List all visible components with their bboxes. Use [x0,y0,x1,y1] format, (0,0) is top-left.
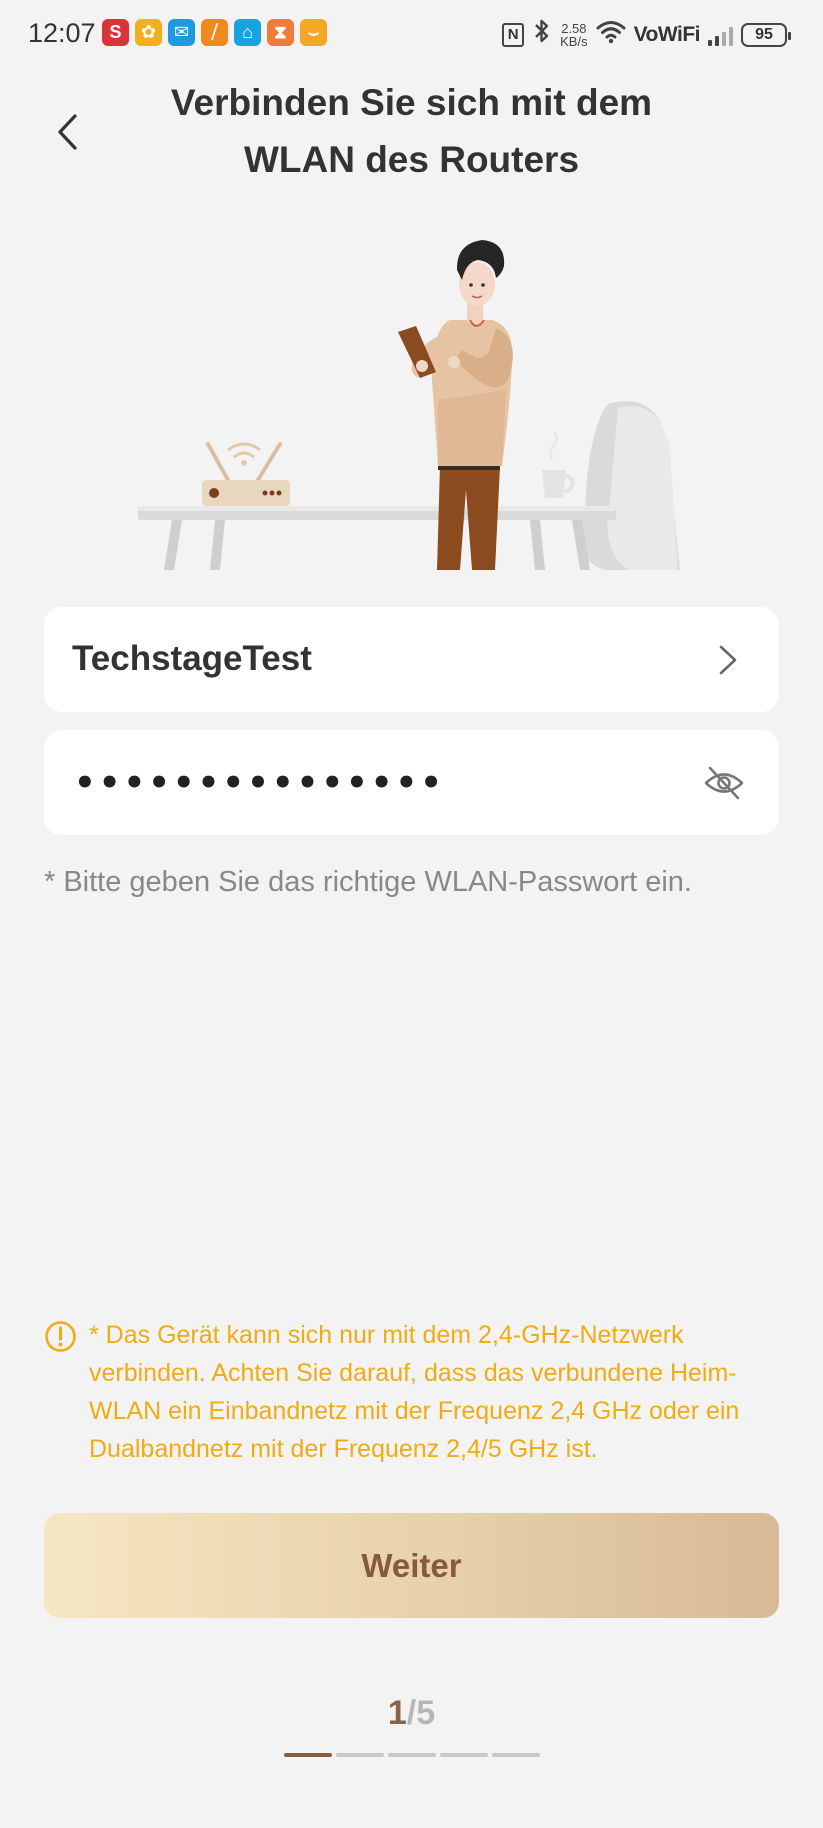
screen: 12:07 S ✿ ✉ ⧸ ⌂ ⧗ ⌣ N 2.58 KB/s VoWiFi 9… [0,0,823,1828]
slash-app-icon: ⧸ [201,19,228,46]
vowifi-label: VoWiFi [633,22,701,46]
hourglass-app-icon: ⧗ [267,19,294,46]
step-segment [440,1753,488,1757]
step-indicator: 1/5 [0,1694,823,1733]
home-app-icon: ⌂ [234,19,261,46]
total-steps: 5 [416,1694,436,1732]
speed-value: 2.58 [561,20,587,36]
password-input[interactable] [74,754,634,812]
mail-app-icon: ✉ [168,19,195,46]
step-segment [336,1753,384,1757]
toggle-password-visibility-button[interactable] [703,762,745,804]
password-field-container [44,730,779,835]
battery-icon: 95 [741,22,791,47]
pinwheel-app-icon: ✿ [135,19,162,46]
notification-icons: S ✿ ✉ ⧸ ⌂ ⧗ ⌣ [102,19,327,46]
speed-unit: KB/s [560,33,588,49]
next-button-label: Weiter [361,1546,462,1584]
back-button[interactable] [50,108,90,156]
wifi-ssid: TechstageTest [72,639,312,678]
wifi-icon [596,20,626,49]
signal-icon [708,24,733,46]
chevron-right-icon [719,645,737,675]
step-progress-bar [284,1753,540,1757]
step-separator: / [406,1694,417,1732]
status-indicators: N 2.58 KB/s VoWiFi 95 [502,18,791,51]
s-app-icon: S [102,19,129,46]
nfc-icon: N [502,22,525,47]
warning-text: * Das Gerät kann sich nur mit dem 2,4-GH… [89,1321,740,1463]
wifi-network-selector[interactable]: TechstageTest [44,607,779,712]
router-setup-illustration [120,240,700,575]
eye-off-icon [704,766,744,800]
current-step: 1 [387,1694,407,1732]
status-bar: 12:07 S ✿ ✉ ⧸ ⌂ ⧗ ⌣ N 2.58 KB/s VoWiFi 9… [0,0,823,66]
password-hint: * Bitte geben Sie das richtige WLAN-Pass… [44,866,692,898]
shopping-app-icon: ⌣ [300,19,327,46]
next-button[interactable]: Weiter [44,1513,779,1618]
status-time: 12:07 [28,18,96,48]
chevron-left-icon [58,114,77,150]
step-segment [492,1753,540,1757]
exclamation-circle-icon [45,1321,76,1352]
step-segment [284,1753,332,1757]
page-title: Verbinden Sie sich mit dem WLAN des Rout… [170,82,653,180]
bluetooth-icon [532,18,552,51]
network-speed: 2.58 KB/s [560,22,587,48]
step-segment [388,1753,436,1757]
